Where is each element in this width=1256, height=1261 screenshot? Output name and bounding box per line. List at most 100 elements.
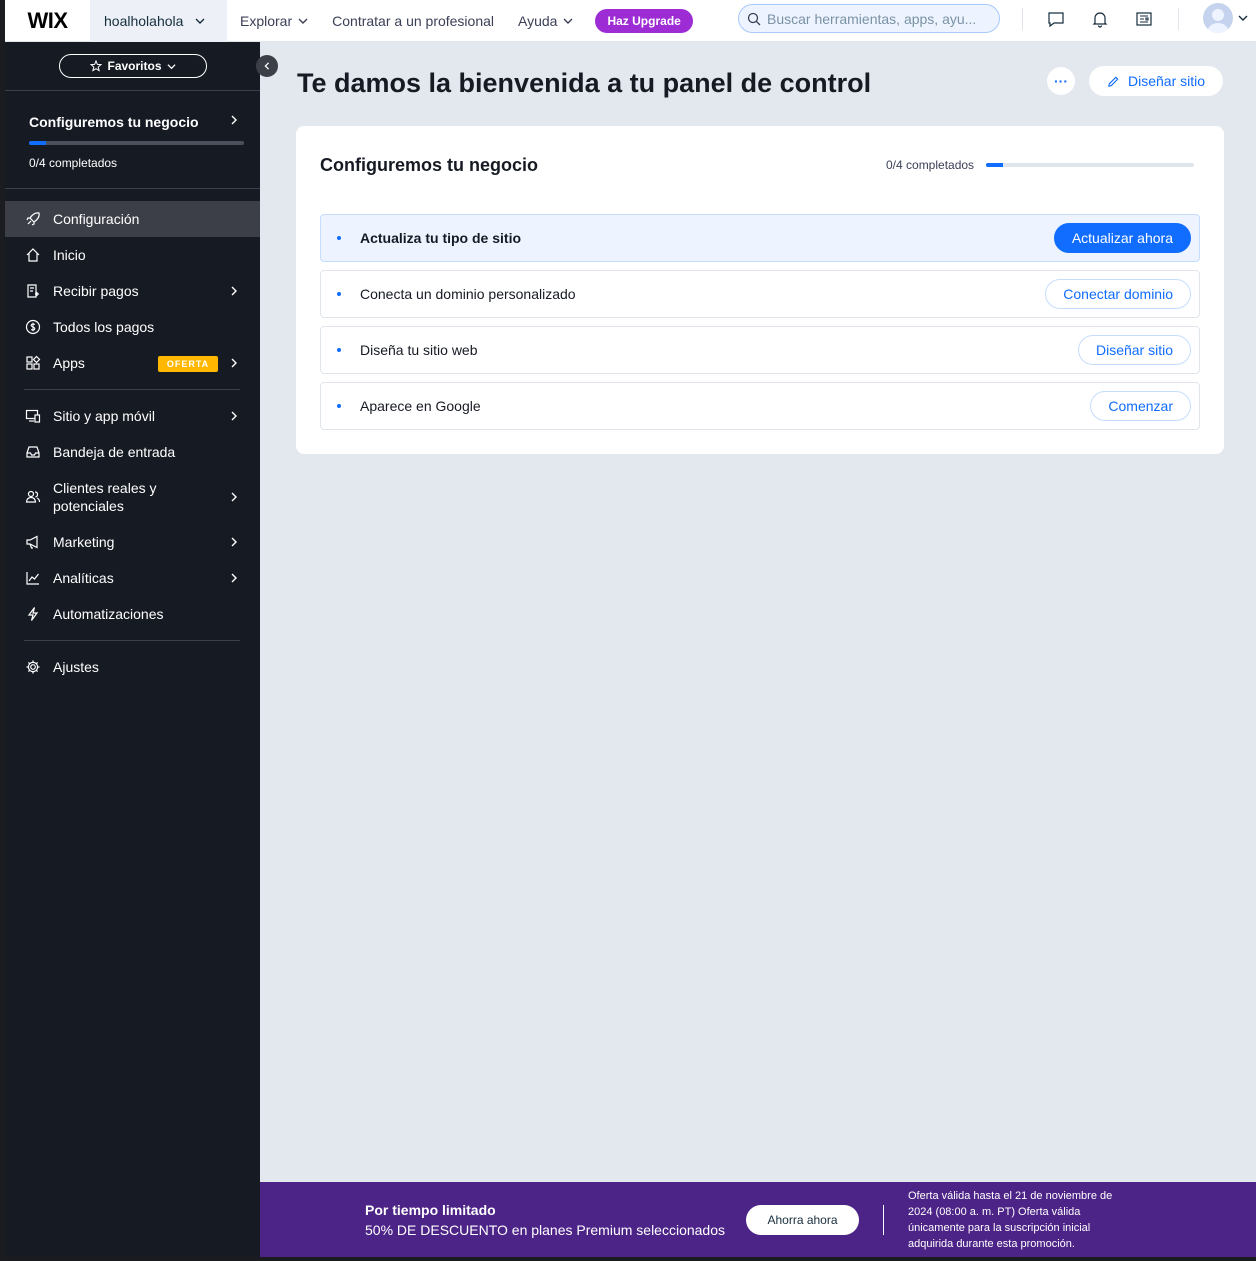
bell-icon[interactable] <box>1089 8 1111 30</box>
divider <box>1022 8 1023 30</box>
card-progress-bar <box>986 163 1194 167</box>
top-bar: WIX hoalholahola Explorar Contratar a un… <box>5 0 1256 42</box>
setup-title[interactable]: Configuremos tu negocio <box>29 114 199 130</box>
promo-legal-text: Oferta válida hasta el 21 de noviembre d… <box>908 1190 1113 1250</box>
sidebar-item-label: Configuración <box>53 211 140 227</box>
task-action-button[interactable]: Actualizar ahora <box>1053 223 1191 253</box>
task-label: Actualiza tu tipo de sitio <box>360 230 522 246</box>
sidebar-item-bandeja-de-entrada[interactable]: Bandeja de entrada <box>5 434 260 470</box>
sidebar-item-analiticas[interactable]: Analíticas <box>5 560 260 596</box>
bolt-icon <box>25 606 41 622</box>
sidebar-item-label: Clientes reales y potenciales <box>53 480 157 514</box>
card-title: Configuremos tu negocio <box>320 155 538 175</box>
search-placeholder: Buscar herramientas, apps, ayu... <box>767 10 977 27</box>
chevron-right-icon <box>231 286 237 296</box>
sidebar-item-ajustes[interactable]: Ajustes <box>5 649 260 685</box>
design-site-button[interactable]: Diseñar sitio <box>1089 66 1223 96</box>
star-icon <box>90 60 103 72</box>
task-row[interactable]: Aparece en Google Comenzar <box>320 382 1200 430</box>
sidebar-item-recibir-pagos[interactable]: Recibir pagos <box>5 273 260 309</box>
sidebar-item-label: Apps <box>53 355 85 371</box>
favorites-label: Favoritos <box>107 59 162 73</box>
devices-icon <box>25 408 41 424</box>
sidebar-item-label: Ajustes <box>53 659 99 675</box>
divider <box>5 188 260 189</box>
sidebar-item-label: Inicio <box>53 247 86 263</box>
page-title: Te damos la bienvenida a tu panel de con… <box>297 68 872 98</box>
chevron-right-icon <box>231 115 237 125</box>
gear-icon <box>25 659 41 675</box>
chevron-right-icon <box>231 411 237 421</box>
offer-badge: OFERTA <box>158 356 218 372</box>
sidebar-item-sitio-y-app-movil[interactable]: Sitio y app móvil <box>5 398 260 434</box>
sidebar-item-clientes-reales-y-potenciales[interactable]: Clientes reales y potenciales <box>5 470 260 524</box>
nav-help-label: Ayuda <box>518 12 558 29</box>
chevron-right-icon <box>231 537 237 547</box>
news-icon[interactable] <box>1133 8 1155 30</box>
payment-icon <box>25 283 41 299</box>
chevron-right-icon <box>231 492 237 502</box>
avatar[interactable] <box>1203 3 1233 33</box>
analytics-icon <box>25 570 41 586</box>
chat-icon[interactable] <box>1045 8 1067 30</box>
chevron-down-icon <box>166 63 176 69</box>
promo-subtitle: 50% DE DESCUENTO en planes Premium selec… <box>365 1222 726 1238</box>
nav-help[interactable]: Ayuda <box>518 13 573 29</box>
sidebar-item-label: Analíticas <box>53 570 114 586</box>
promo-title: Por tiempo limitado <box>365 1202 496 1218</box>
sidebar-item-label: Marketing <box>53 534 115 550</box>
site-switcher[interactable]: hoalholahola <box>90 0 227 42</box>
sidebar-item-label: Automatizaciones <box>53 606 164 622</box>
rocket-icon <box>25 211 41 227</box>
sidebar-item-label: Bandeja de entrada <box>53 444 176 460</box>
apps-icon <box>25 355 41 371</box>
site-name: hoalholahola <box>104 12 184 29</box>
collapse-sidebar-button[interactable] <box>256 55 278 77</box>
chevron-left-icon <box>264 62 270 70</box>
design-site-label: Diseñar sitio <box>1127 73 1206 89</box>
task-label: Conecta un dominio personalizado <box>360 286 576 302</box>
window-frame-bottom <box>0 1257 1256 1261</box>
chevron-down-icon <box>195 18 205 24</box>
promo-banner: Por tiempo limitado 50% DE DESCUENTO en … <box>260 1182 1256 1257</box>
nav-hire-pro-label: Contratar a un profesional <box>332 12 495 29</box>
sidebar-item-configuracion[interactable]: Configuración <box>5 201 260 237</box>
nav-explore[interactable]: Explorar <box>240 13 308 29</box>
bullet-icon <box>337 292 341 296</box>
nav-hire-pro[interactable]: Contratar a un profesional <box>332 13 494 29</box>
divider <box>1178 8 1179 30</box>
card-count: 0/4 completados <box>886 158 975 172</box>
sidebar-item-automatizaciones[interactable]: Automatizaciones <box>5 596 260 632</box>
more-actions-button[interactable]: ··· <box>1047 67 1075 95</box>
task-action-button[interactable]: Conectar dominio <box>1045 279 1191 309</box>
save-now-button[interactable]: Ahorra ahora <box>746 1205 859 1235</box>
favorites-button[interactable]: Favoritos <box>59 54 207 78</box>
search-input[interactable]: Buscar herramientas, apps, ayu... <box>738 4 1000 33</box>
task-action-button[interactable]: Diseñar sitio <box>1077 335 1191 365</box>
inbox-icon <box>25 444 41 460</box>
search-icon <box>747 12 761 25</box>
upgrade-button[interactable]: Haz Upgrade <box>595 8 693 33</box>
setup-progress-fill <box>29 141 47 145</box>
nav-explore-label: Explorar <box>240 12 293 29</box>
sidebar-item-apps[interactable]: Apps OFERTA <box>5 345 260 381</box>
setup-card: Configuremos tu negocio 0/4 completados … <box>296 126 1224 454</box>
sidebar: Favoritos Configuremos tu negocio 0/4 co… <box>5 42 260 1257</box>
divider <box>24 640 240 641</box>
sidebar-item-label: Todos los pagos <box>53 319 155 335</box>
task-row[interactable]: Actualiza tu tipo de sitio Actualizar aho… <box>320 214 1200 262</box>
task-row[interactable]: Conecta un dominio personalizado Conectar… <box>320 270 1200 318</box>
task-row[interactable]: Diseña tu sitio web Diseñar sitio <box>320 326 1200 374</box>
sidebar-item-label: Sitio y app móvil <box>53 408 155 424</box>
wix-logo[interactable]: WIX <box>5 0 90 42</box>
sidebar-item-todos-los-pagos[interactable]: Todos los pagos <box>5 309 260 345</box>
sidebar-item-inicio[interactable]: Inicio <box>5 237 260 273</box>
card-progress-fill <box>986 163 1003 167</box>
task-action-button[interactable]: Comenzar <box>1090 391 1191 421</box>
clients-icon <box>25 489 41 505</box>
chevron-down-icon[interactable] <box>1238 13 1248 23</box>
megaphone-icon <box>25 534 41 550</box>
bullet-icon <box>337 348 341 352</box>
task-label: Aparece en Google <box>360 398 481 414</box>
sidebar-item-marketing[interactable]: Marketing <box>5 524 260 560</box>
